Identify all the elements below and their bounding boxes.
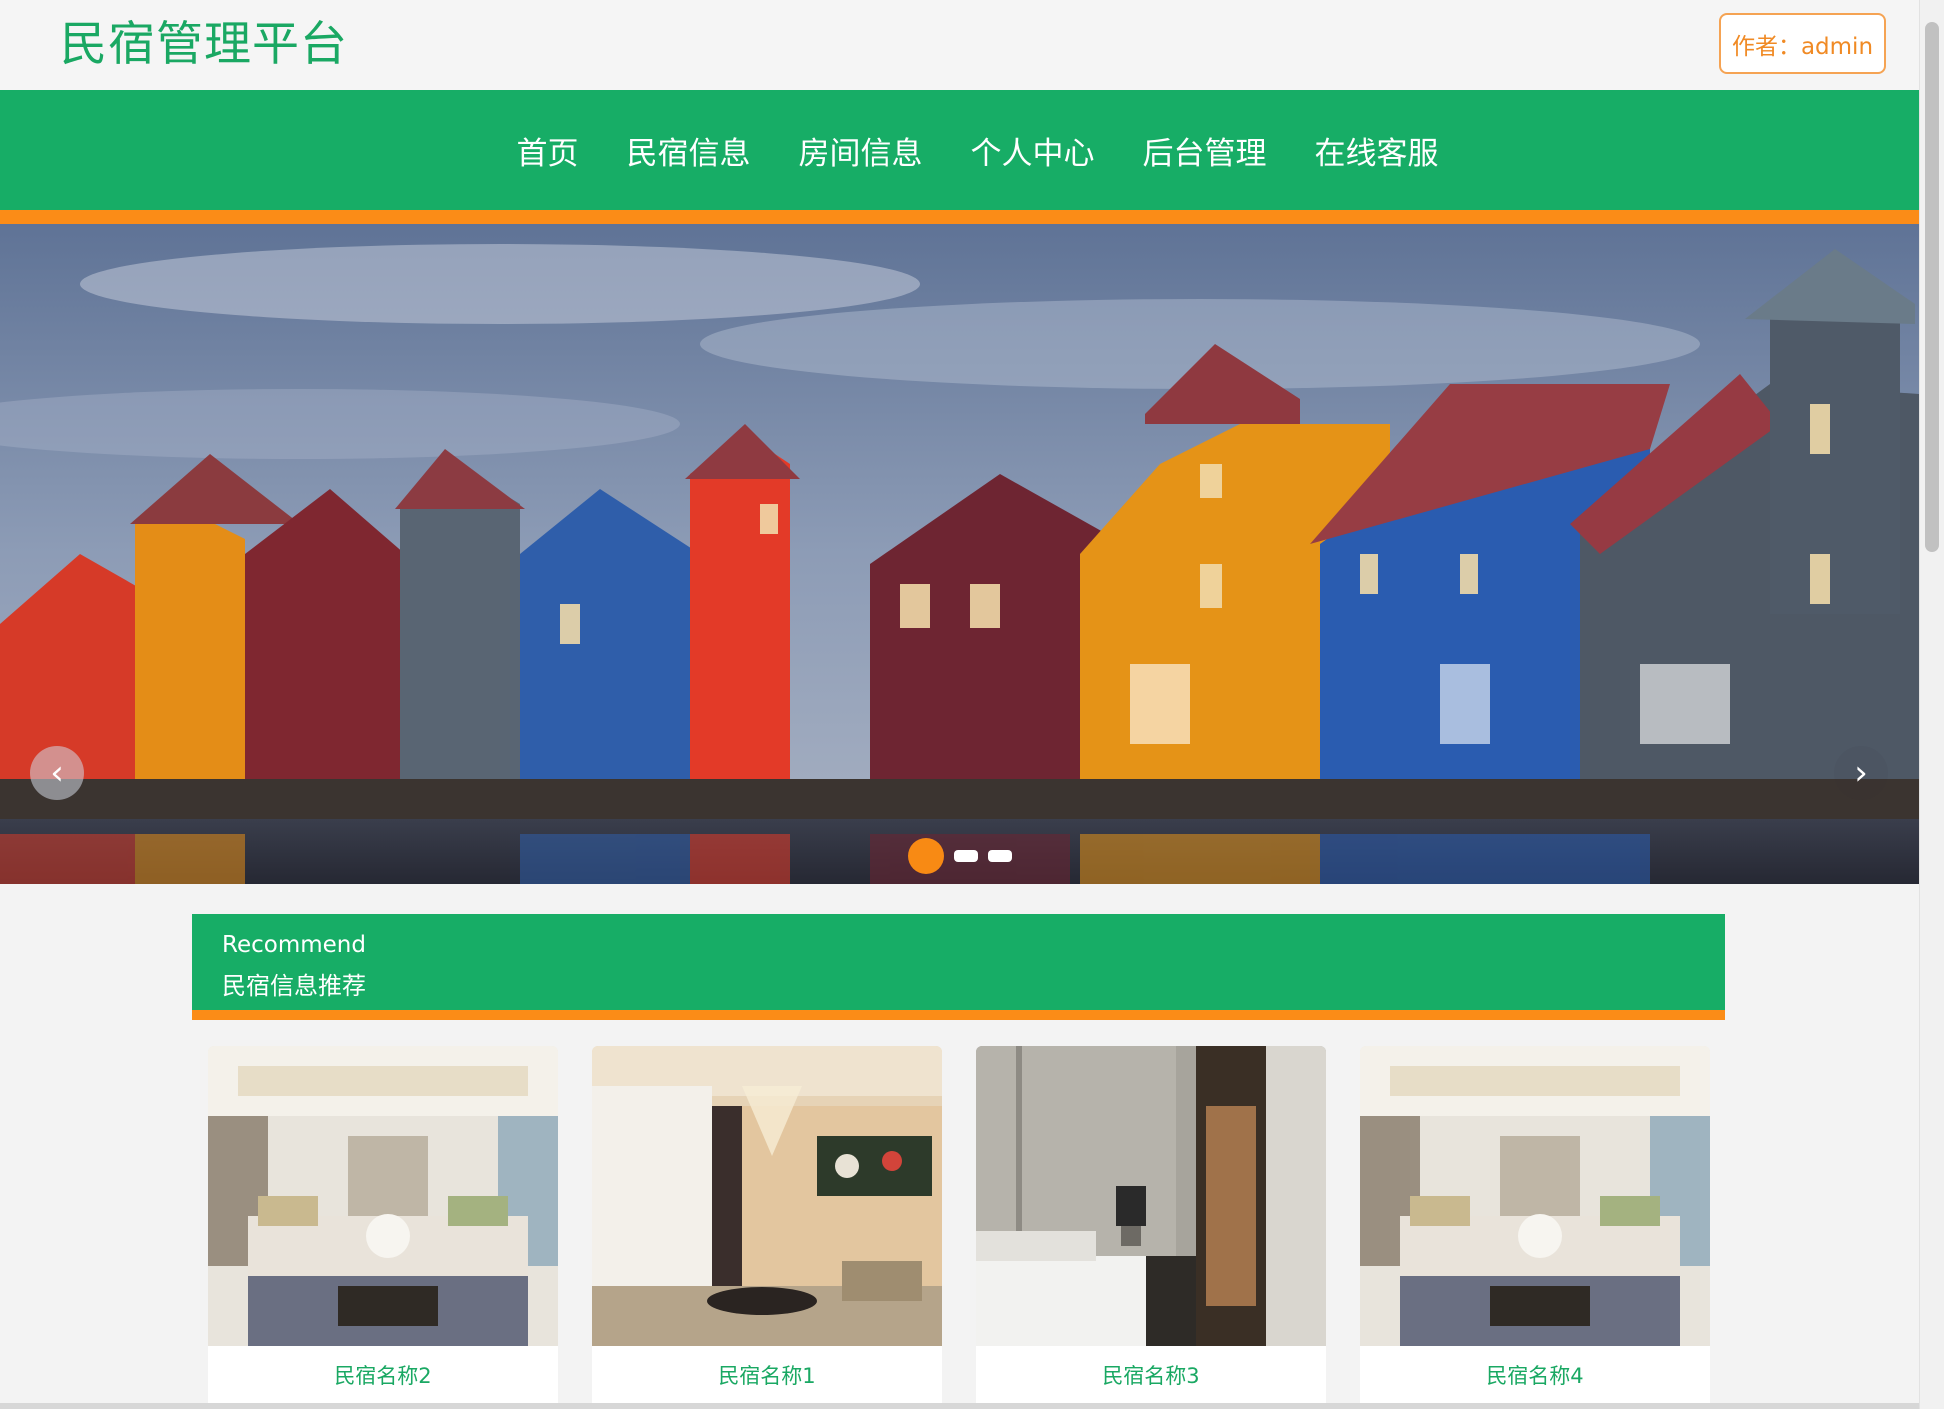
site-title[interactable]: 民宿管理平台 [60,14,348,76]
top-header: 民宿管理平台 作者：admin [0,0,1919,90]
homestay-card[interactable]: 民宿名称2 [208,1046,558,1409]
nav-item-personal-center[interactable]: 个人中心 [971,128,1095,173]
bottom-edge [0,1403,1919,1409]
homestay-name[interactable]: 民宿名称1 [592,1346,942,1403]
nav-item-home[interactable]: 首页 [517,128,579,173]
carousel-prev-button[interactable]: ‹ [30,746,84,800]
main-nav: 首页 民宿信息 房间信息 个人中心 后台管理 在线客服 [0,90,1919,224]
scrollbar-thumb[interactable] [1925,22,1939,552]
chevron-left-icon: ‹ [50,753,64,793]
homestay-image [592,1046,942,1346]
recommend-header: Recommend 民宿信息推荐 [192,914,1725,1020]
recommend-title-en: Recommend [222,932,366,958]
chevron-right-icon: › [1854,753,1868,793]
homestay-name[interactable]: 民宿名称2 [208,1346,558,1403]
carousel-next-button[interactable]: › [1834,746,1888,800]
homestay-image [976,1046,1326,1346]
homestay-card[interactable]: 民宿名称4 [1360,1046,1710,1409]
banner-image [0,224,1919,884]
homestay-name[interactable]: 民宿名称4 [1360,1346,1710,1403]
page-scrollbar[interactable] [1919,0,1944,1409]
nav-item-online-service[interactable]: 在线客服 [1315,128,1439,173]
banner-carousel[interactable]: ‹ › [0,224,1919,884]
nav-item-homestay-info[interactable]: 民宿信息 [627,128,751,173]
nav-item-admin[interactable]: 后台管理 [1143,128,1267,173]
homestay-name[interactable]: 民宿名称3 [976,1346,1326,1403]
author-button[interactable]: 作者：admin [1719,13,1886,74]
homestay-image [208,1046,558,1346]
carousel-indicators [908,838,1012,874]
nav-item-room-info[interactable]: 房间信息 [799,128,923,173]
homestay-card[interactable]: 民宿名称1 [592,1046,942,1409]
carousel-dot-3[interactable] [988,850,1012,862]
homestay-card[interactable]: 民宿名称3 [976,1046,1326,1409]
carousel-dot-2[interactable] [954,850,978,862]
recommend-title-cn: 民宿信息推荐 [222,972,366,1000]
recommend-card-list: 民宿名称2 民宿名称1 民宿名称3 民宿名称4 [208,1046,1710,1409]
homestay-image [1360,1046,1710,1346]
carousel-dot-1[interactable] [908,838,944,874]
